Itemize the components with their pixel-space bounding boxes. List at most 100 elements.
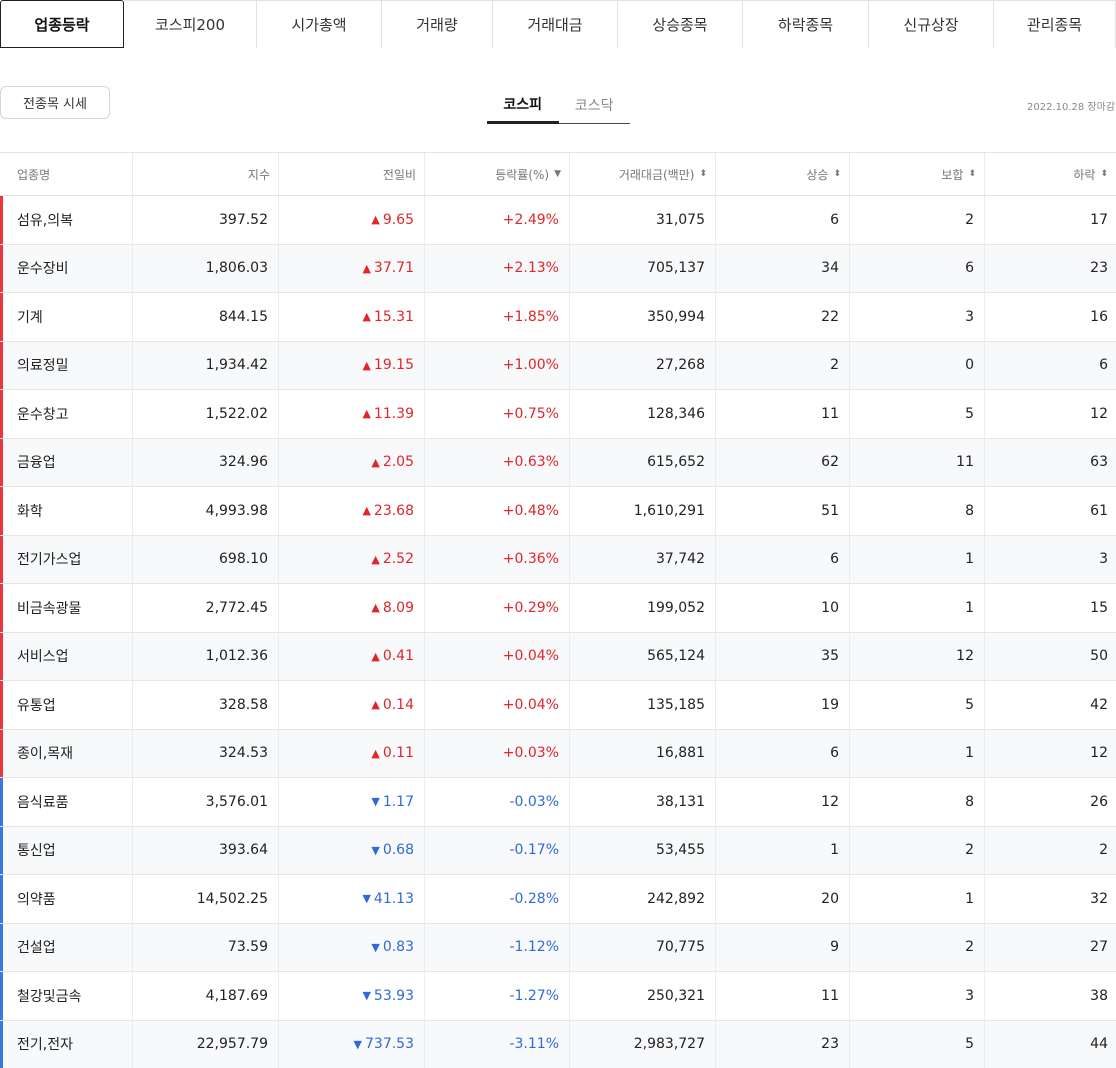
header-flat-count[interactable]: 보합 ⬍	[850, 153, 985, 195]
sort-icon[interactable]: ⬍	[1100, 169, 1108, 179]
table-row[interactable]: 통신업 393.64 ▼ 0.68 -0.17% 53,455 1 2 2	[0, 826, 1116, 875]
cell-index: 1,522.02	[133, 390, 279, 438]
table-row[interactable]: 비금속광물 2,772.45 ▲ 8.09 +0.29% 199,052 10 1 15	[0, 584, 1116, 633]
change-value: 0.11	[382, 745, 414, 762]
cell-fall-count: 17	[1090, 211, 1108, 228]
change-value: 0.14	[382, 696, 414, 713]
all-stocks-button[interactable]: 전종목 시세	[0, 86, 110, 119]
table-row[interactable]: 화학 4,993.98 ▲ 23.68 +0.48% 1,610,291 51 8 61	[0, 487, 1116, 536]
cell-flat-count: 8	[850, 778, 985, 826]
cell-flat-count: 11	[850, 438, 985, 486]
table-row[interactable]: 섬유,의복 397.52 ▲ 9.65 +2.49% 31,075 6 2 17	[0, 196, 1116, 245]
cell-flat-count: 0	[850, 341, 985, 389]
cell-trade-amount: 250,321	[570, 972, 716, 1020]
top-tab-4[interactable]: 거래대금	[493, 0, 618, 48]
top-tab-8[interactable]: 관리종목	[994, 0, 1116, 48]
sort-icon[interactable]: ⬍	[699, 169, 707, 179]
header-trade-amount[interactable]: 거래대금(백만) ⬍	[570, 153, 716, 195]
table-row[interactable]: 기계 844.15 ▲ 15.31 +1.85% 350,994 22 3 16	[0, 293, 1116, 342]
cell-sector-name[interactable]: 유통업	[0, 681, 133, 729]
header-change-rate[interactable]: 등락률(%) ▼	[425, 153, 570, 195]
cell-change-rate: -1.27%	[425, 972, 570, 1020]
table-row[interactable]: 운수창고 1,522.02 ▲ 11.39 +0.75% 128,346 11 5 12	[0, 390, 1116, 439]
cell-change-rate: +0.04%	[425, 632, 570, 680]
header-fall-count[interactable]: 하락 ⬍	[985, 153, 1116, 195]
top-tab-7[interactable]: 신규상장	[869, 0, 994, 48]
table-row[interactable]: 철강및금속 4,187.69 ▼ 53.93 -1.27% 250,321 11 3 38	[0, 972, 1116, 1021]
table-row[interactable]: 건설업 73.59 ▼ 0.83 -1.12% 70,775 9 2 27	[0, 923, 1116, 972]
cell-sector-name[interactable]: 금융업	[0, 438, 133, 486]
top-tab-6[interactable]: 하락종목	[743, 0, 869, 48]
table-row[interactable]: 전기가스업 698.10 ▲ 2.52 +0.36% 37,742 6 1 3	[0, 535, 1116, 584]
header-rise-count[interactable]: 상승 ⬍	[716, 153, 850, 195]
cell-sector-name[interactable]: 기계	[0, 293, 133, 341]
cell-fall-count: 61	[1090, 502, 1108, 519]
cell-flat-count: 5	[850, 1020, 985, 1068]
cell-sector-name[interactable]: 음식료품	[0, 778, 133, 826]
cell-sector-name[interactable]: 의약품	[0, 875, 133, 923]
cell-sector-name[interactable]: 건설업	[0, 923, 133, 971]
cell-fall-count: 6	[1099, 357, 1108, 374]
cell-flat-count: 2	[850, 826, 985, 874]
table-row[interactable]: 음식료품 3,576.01 ▼ 1.17 -0.03% 38,131 12 8 26	[0, 778, 1116, 827]
cell-change: ▼ 41.13	[279, 875, 425, 923]
cell-sector-name[interactable]: 섬유,의복	[0, 196, 133, 244]
cell-index: 698.10	[133, 535, 279, 583]
cell-flat-count: 1	[850, 584, 985, 632]
top-tab-3[interactable]: 거래량	[382, 0, 493, 48]
header-index: 지수	[133, 153, 279, 195]
change-value: 53.93	[373, 987, 414, 1004]
cell-index: 393.64	[133, 826, 279, 874]
cell-change-rate: -1.12%	[425, 923, 570, 971]
top-tab-2[interactable]: 시가총액	[257, 0, 382, 48]
cell-flat-count: 12	[850, 632, 985, 680]
triangle-up-icon: ▲	[362, 358, 371, 372]
cell-sector-name[interactable]: 서비스업	[0, 632, 133, 680]
table-row[interactable]: 운수장비 1,806.03 ▲ 37.71 +2.13% 705,137 34 6 23	[0, 244, 1116, 293]
cell-sector-name[interactable]: 철강및금속	[0, 972, 133, 1020]
table-row[interactable]: 의료정밀 1,934.42 ▲ 19.15 +1.00% 27,268 2 0 6	[0, 341, 1116, 390]
header-label: 상승	[806, 167, 829, 182]
table-row[interactable]: 금융업 324.96 ▲ 2.05 +0.63% 615,652 62 11 63	[0, 438, 1116, 487]
cell-sector-name[interactable]: 종이,목재	[0, 729, 133, 777]
cell-trade-amount: 565,124	[570, 632, 716, 680]
cell-index: 1,806.03	[133, 244, 279, 292]
cell-sector-name[interactable]: 의료정밀	[0, 341, 133, 389]
cell-sector-name[interactable]: 통신업	[0, 826, 133, 874]
cell-sector-name[interactable]: 화학	[0, 487, 133, 535]
cell-trade-amount: 242,892	[570, 875, 716, 923]
table-row[interactable]: 서비스업 1,012.36 ▲ 0.41 +0.04% 565,124 35 12 50	[0, 632, 1116, 681]
cell-fall-count: 32	[1090, 890, 1108, 907]
cell-rise-count: 10	[716, 584, 850, 632]
cell-change: ▲ 9.65	[279, 196, 425, 244]
cell-fall-count: 63	[1090, 454, 1108, 471]
tab-kospi[interactable]: 코스피	[487, 86, 559, 124]
table-row[interactable]: 유통업 328.58 ▲ 0.14 +0.04% 135,185 19 5 42	[0, 681, 1116, 730]
cell-sector-name[interactable]: 운수장비	[0, 244, 133, 292]
cell-rise-count: 9	[716, 923, 850, 971]
table-row[interactable]: 종이,목재 324.53 ▲ 0.11 +0.03% 16,881 6 1 12	[0, 729, 1116, 778]
cell-sector-name[interactable]: 전기가스업	[0, 535, 133, 583]
change-value: 1.17	[382, 793, 414, 810]
cell-sector-name[interactable]: 비금속광물	[0, 584, 133, 632]
cell-trade-amount: 70,775	[570, 923, 716, 971]
sort-icon[interactable]: ⬍	[968, 169, 976, 179]
table-row[interactable]: 전기,전자 22,957.79 ▼ 737.53 -3.11% 2,983,727 23 5 4…	[0, 1020, 1116, 1068]
cell-change-rate: +0.29%	[425, 584, 570, 632]
cell-rise-count: 51	[716, 487, 850, 535]
sort-icon[interactable]: ⬍	[833, 169, 841, 179]
cell-index: 14,502.25	[133, 875, 279, 923]
sort-desc-icon[interactable]: ▼	[554, 169, 561, 179]
cell-sector-name[interactable]: 전기,전자	[0, 1020, 133, 1068]
top-tab-0[interactable]: 업종등락	[0, 0, 124, 48]
triangle-up-icon: ▲	[362, 504, 371, 518]
cell-sector-name[interactable]: 운수창고	[0, 390, 133, 438]
cell-change: ▼ 1.17	[279, 778, 425, 826]
cell-change-rate: +0.03%	[425, 729, 570, 777]
market-tab-bar: 코스피 코스닥	[487, 86, 630, 124]
table-row[interactable]: 의약품 14,502.25 ▼ 41.13 -0.28% 242,892 20 1 32	[0, 875, 1116, 924]
tab-kosdaq[interactable]: 코스닥	[559, 86, 631, 123]
top-tab-1[interactable]: 코스피200	[124, 0, 257, 48]
top-tab-5[interactable]: 상승종목	[618, 0, 743, 48]
triangle-up-icon: ▲	[371, 698, 380, 712]
